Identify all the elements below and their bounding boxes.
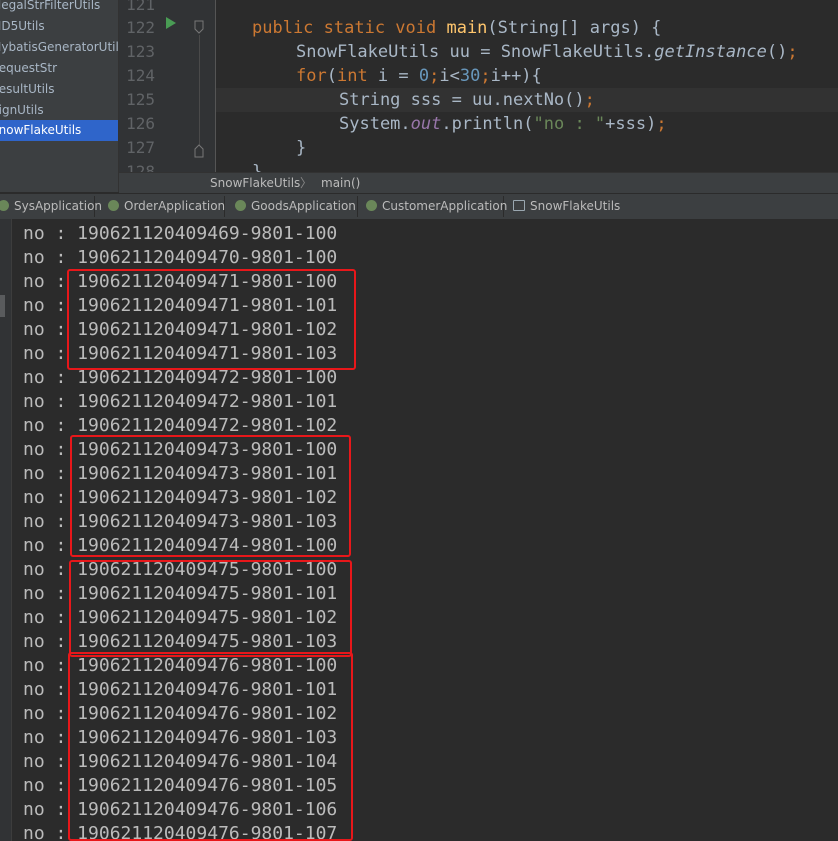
tab-customerapplication[interactable]: CustomerApplication — [362, 196, 507, 217]
console-line: no : 190621120409470-9801-100 — [23, 247, 338, 268]
highlight-box — [67, 269, 356, 370]
code-line-126: System.out.println("no : "+sss); — [339, 114, 667, 134]
run-tabs-bar: SysApplication OrderApplication GoodsApp… — [0, 193, 838, 220]
code-line-124: for(int i = 0;i<30;i++){ — [296, 66, 542, 86]
tree-item-requeststr[interactable]: RequestStr — [0, 58, 118, 79]
console-output[interactable]: no : 190621120409469-9801-100 no : 190621… — [0, 219, 838, 841]
tree-item-md5utils[interactable]: MD5Utils — [0, 16, 118, 37]
run-gutter-icon[interactable] — [166, 17, 176, 29]
code-line-127: } — [296, 138, 307, 158]
breadcrumb-class[interactable]: SnowFlakeUtils — [210, 173, 300, 193]
line-number: 127 — [126, 138, 155, 157]
scroll-marker — [0, 295, 5, 317]
tab-goodsapplication[interactable]: GoodsApplication — [231, 196, 358, 217]
breadcrumb-separator: 〉 — [300, 176, 313, 190]
application-icon — [513, 200, 525, 211]
line-number: 125 — [126, 90, 155, 109]
tab-sysapplication[interactable]: SysApplication — [0, 196, 102, 217]
breadcrumb: SnowFlakeUtils 〉 main() — [119, 172, 838, 193]
code-line-122: public static void main(String[] args) { — [252, 18, 662, 38]
tree-item-illegalstrfilterutils[interactable]: IllegalStrFilterUtils — [0, 0, 118, 16]
console-line: no : 190621120409469-9801-100 — [23, 223, 338, 244]
editor-gutter: 121 122 123 124 125 126 127 128 — [119, 0, 216, 181]
breadcrumb-method[interactable]: main() — [321, 173, 360, 193]
line-number: 126 — [126, 114, 155, 133]
highlight-box — [69, 560, 352, 657]
code-line-128: } — [252, 162, 263, 172]
tree-item-snowflakeutils[interactable]: SnowFlakeUtils — [0, 120, 118, 141]
spring-boot-icon — [366, 200, 377, 211]
line-number: 121 — [126, 0, 155, 14]
code-line-125: String sss = uu.nextNo(); — [339, 90, 595, 110]
fold-method-icon[interactable] — [194, 20, 204, 34]
tree-item-resultutils[interactable]: ResultUtils — [0, 79, 118, 100]
highlight-box — [70, 435, 351, 557]
code-editor[interactable]: public static void main(String[] args) {… — [216, 0, 838, 172]
fold-guide — [199, 35, 200, 145]
highlight-box — [68, 652, 353, 841]
line-number: 124 — [126, 66, 155, 85]
tab-orderapplication[interactable]: OrderApplication — [104, 196, 225, 217]
tree-item-mybatisgeneratorutils[interactable]: MybatisGeneratorUtils — [0, 37, 118, 58]
code-line-123: SnowFlakeUtils uu = SnowFlakeUtils.getIn… — [296, 42, 798, 62]
spring-boot-icon — [0, 200, 9, 211]
console-gutter — [0, 219, 12, 841]
tab-snowflakeutils[interactable]: SnowFlakeUtils — [509, 196, 623, 217]
tree-item-signutils[interactable]: SignUtils — [0, 100, 118, 121]
fold-block-icon[interactable] — [194, 144, 204, 158]
spring-boot-icon — [235, 200, 246, 211]
spring-boot-icon — [108, 200, 119, 211]
console-line: no : 190621120409472-9801-101 — [23, 391, 338, 412]
line-number: 123 — [126, 42, 155, 61]
project-tree: IllegalStrFilterUtils MD5Utils MybatisGe… — [0, 0, 119, 192]
line-number: 122 — [126, 18, 155, 37]
tree-empty-area — [0, 141, 118, 192]
